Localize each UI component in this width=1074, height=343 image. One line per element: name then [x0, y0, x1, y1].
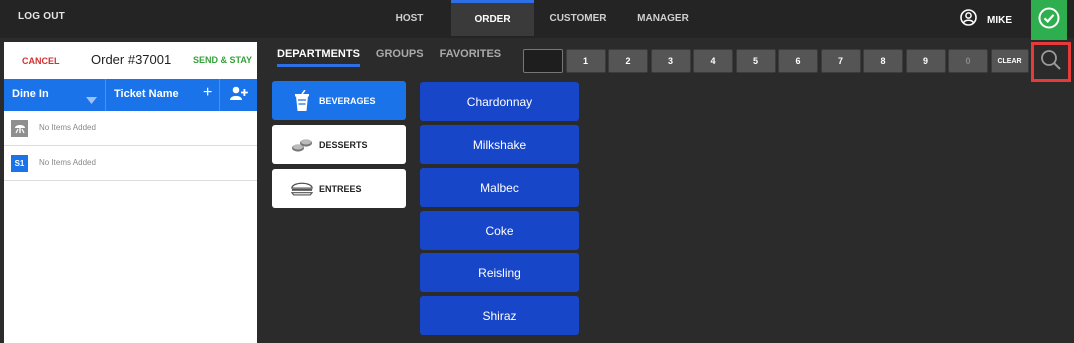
order-title: Order #37001	[91, 52, 172, 67]
ticket-name-button[interactable]: Ticket Name	[114, 88, 179, 100]
numkey-1[interactable]: 1	[565, 49, 606, 73]
add-person-icon	[229, 86, 248, 105]
send-stay-button[interactable]: SEND & STAY	[193, 55, 252, 65]
menu-tabs: DEPARTMENTS GROUPS FAVORITES	[277, 48, 517, 67]
tab-customer[interactable]: CUSTOMER	[534, 0, 622, 36]
order-header: CANCEL Order #37001 SEND & STAY	[4, 42, 257, 79]
numkey-2[interactable]: 2	[608, 49, 648, 73]
order-bar: Dine In Ticket Name +	[4, 79, 257, 111]
quantity-display	[523, 49, 563, 73]
tab-groups[interactable]: GROUPS	[376, 48, 424, 67]
order-panel: CANCEL Order #37001 SEND & STAY Dine In …	[4, 42, 257, 343]
category-desserts[interactable]: DESSERTS	[272, 125, 406, 164]
menu-item[interactable]: Malbec	[420, 168, 579, 207]
seat-badge: S1	[11, 155, 28, 172]
tab-favorites[interactable]: FAVORITES	[440, 48, 502, 67]
tab-host[interactable]: HOST	[368, 0, 451, 36]
add-guest-button[interactable]	[219, 79, 257, 111]
top-bar: LOG OUT HOST ORDER CUSTOMER MANAGER MIKE	[0, 0, 1074, 40]
search-icon	[1039, 48, 1063, 77]
add-ticket-icon[interactable]: +	[203, 84, 212, 102]
drink-icon	[291, 89, 313, 112]
menu-item[interactable]: Reisling	[420, 253, 579, 292]
dessert-icon	[291, 134, 313, 156]
dine-in-dropdown[interactable]: Dine In	[4, 79, 106, 111]
row-empty-text: No Items Added	[39, 158, 96, 167]
menu-item[interactable]: Milkshake	[420, 125, 579, 164]
menu-item[interactable]: Chardonnay	[420, 82, 579, 121]
user-circle-icon	[960, 9, 977, 31]
numkey-9[interactable]: 9	[905, 49, 946, 73]
dine-in-label: Dine In	[12, 88, 49, 100]
seat-icon	[11, 120, 28, 137]
check-circle-icon	[1038, 7, 1060, 34]
numkey-5[interactable]: 5	[735, 49, 776, 73]
list-item[interactable]: S1 No Items Added	[4, 146, 257, 181]
cancel-button[interactable]: CANCEL	[22, 56, 60, 66]
row-empty-text: No Items Added	[39, 123, 96, 132]
sandwich-icon	[291, 178, 313, 200]
numkey-4[interactable]: 4	[693, 49, 733, 73]
chevron-down-icon	[86, 92, 97, 110]
search-button[interactable]	[1031, 42, 1071, 82]
category-label: ENTREES	[319, 183, 362, 194]
quantity-numpad: 1 2 3 4 5 6 7 8 9 0 CLEAR	[523, 49, 1031, 73]
confirm-button[interactable]	[1031, 0, 1067, 40]
category-beverages[interactable]: BEVERAGES	[272, 81, 406, 120]
tab-manager[interactable]: MANAGER	[622, 0, 704, 36]
category-label: BEVERAGES	[319, 95, 376, 106]
user-name: MIKE	[987, 14, 1012, 26]
numkey-6[interactable]: 6	[778, 49, 818, 73]
numkey-3[interactable]: 3	[650, 49, 691, 73]
category-entrees[interactable]: ENTREES	[272, 169, 406, 208]
menu-item[interactable]: Shiraz	[420, 296, 579, 335]
logout-button[interactable]: LOG OUT	[18, 11, 65, 22]
numkey-8[interactable]: 8	[863, 49, 903, 73]
numkey-7[interactable]: 7	[820, 49, 861, 73]
tab-order[interactable]: ORDER	[451, 0, 534, 36]
list-item[interactable]: No Items Added	[4, 111, 257, 146]
numkey-0[interactable]: 0	[948, 49, 988, 73]
menu-item[interactable]: Coke	[420, 211, 579, 250]
clear-button[interactable]: CLEAR	[990, 49, 1029, 73]
category-label: DESSERTS	[319, 139, 368, 150]
top-nav: HOST ORDER CUSTOMER MANAGER	[368, 0, 704, 38]
tab-departments[interactable]: DEPARTMENTS	[277, 48, 360, 67]
user-menu[interactable]: MIKE	[960, 9, 1012, 31]
